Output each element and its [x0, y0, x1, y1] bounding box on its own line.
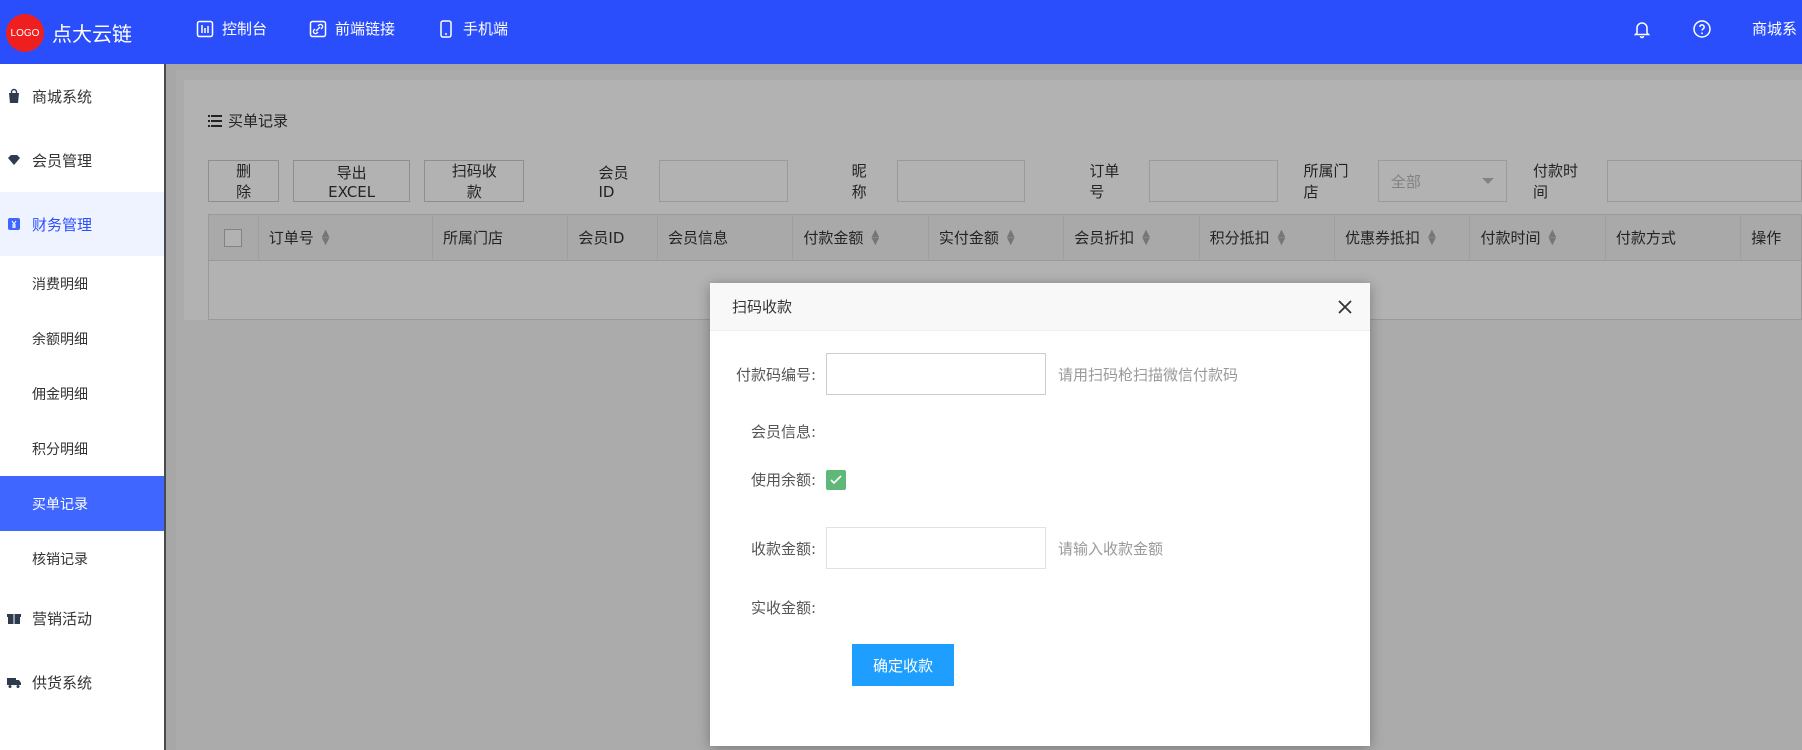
help-icon[interactable] [1692, 19, 1712, 39]
sidebar-item-label: 会员管理 [32, 151, 93, 170]
pay-code-label: 付款码编号: [735, 365, 816, 384]
sidebar-item-mall-system[interactable]: 商城系统 [0, 64, 164, 128]
confirm-payment-button[interactable]: 确定收款 [852, 644, 954, 686]
scan-pay-dialog: 扫码收款 付款码编号: 请用扫码枪扫描微信付款码 会员信息: 使用余额: 收款金… [710, 283, 1370, 746]
sidebar-sub-payment-records[interactable]: 买单记录 [0, 476, 164, 531]
use-balance-checkbox[interactable] [826, 469, 846, 490]
sidebar-sub-writeoff-records[interactable]: 核销记录 [0, 531, 164, 586]
mobile-icon [440, 19, 452, 38]
confirm-row: 确定收款 [852, 644, 954, 686]
sidebar-item-supply-system[interactable]: 供货系统 [0, 650, 164, 714]
brand-name: 点大云链 [52, 22, 132, 46]
use-balance-label: 使用余额: [750, 471, 816, 489]
dashboard-icon [196, 20, 214, 37]
sidebar-item-finance-management[interactable]: 财务管理 [0, 192, 164, 256]
sidebar-sub-points-detail[interactable]: 积分明细 [0, 421, 164, 476]
truck-icon [7, 678, 21, 688]
amount-row: 收款金额: 请输入收款金额 [710, 527, 1163, 569]
pay-code-input[interactable] [826, 353, 1046, 395]
sidebar-sub-consumption-detail[interactable]: 消费明细 [0, 256, 164, 311]
sidebar-item-marketing[interactable]: 营销活动 [0, 586, 164, 650]
finance-icon [8, 218, 20, 230]
shopping-bag-icon [9, 88, 19, 103]
sidebar-item-label: 商城系统 [32, 87, 93, 106]
member-info-label: 会员信息: [750, 423, 816, 441]
check-icon [830, 474, 842, 484]
pay-code-row: 付款码编号: 请用扫码枪扫描微信付款码 [710, 353, 1238, 395]
bell-icon[interactable] [1632, 19, 1652, 39]
dialog-title: 扫码收款 [732, 298, 793, 316]
actual-amount-label: 实收金额: [750, 599, 816, 617]
sidebar-item-label: 营销活动 [32, 609, 93, 628]
top-navigation-bar: LOGO 点大云链 控制台 前端链接 手机端 商城系 [0, 0, 1802, 64]
pay-code-hint: 请用扫码枪扫描微信付款码 [1058, 365, 1239, 384]
nav-dashboard-label: 控制台 [222, 20, 268, 38]
amount-hint: 请输入收款金额 [1058, 539, 1164, 558]
nav-mobile[interactable]: 手机端 [437, 18, 508, 39]
diamond-icon [8, 155, 20, 165]
amount-input[interactable] [826, 527, 1046, 569]
gift-icon [7, 614, 21, 624]
mall-system-link[interactable]: 商城系 [1752, 18, 1802, 39]
sidebar-sub-balance-detail[interactable]: 余额明细 [0, 311, 164, 366]
link-icon [309, 20, 327, 37]
logo-text: LOGO [10, 27, 40, 39]
logo[interactable]: LOGO [6, 14, 44, 52]
top-right-actions: 商城系 [1632, 18, 1802, 39]
nav-mobile-label: 手机端 [463, 20, 509, 38]
member-info-row: 会员信息: [710, 421, 826, 442]
nav-frontend-links-label: 前端链接 [335, 20, 396, 38]
close-icon[interactable] [1338, 299, 1352, 314]
nav-dashboard[interactable]: 控制台 [196, 18, 267, 39]
sidebar-item-label: 财务管理 [32, 215, 93, 234]
dialog-header: 扫码收款 [710, 283, 1370, 331]
nav-frontend-links[interactable]: 前端链接 [309, 18, 395, 39]
actual-amount-row: 实收金额: [710, 597, 826, 618]
sidebar-item-member-management[interactable]: 会员管理 [0, 128, 164, 192]
use-balance-row: 使用余额: [710, 469, 846, 490]
amount-label: 收款金额: [750, 539, 816, 558]
sidebar-sub-commission-detail[interactable]: 佣金明细 [0, 366, 164, 421]
top-nav: 控制台 前端链接 手机端 [196, 18, 508, 39]
sidebar-item-label: 供货系统 [32, 673, 93, 692]
sidebar: 商城系统 会员管理 财务管理 消费明细 余额明细 佣金明细 积分明细 买单记录 … [0, 64, 166, 750]
